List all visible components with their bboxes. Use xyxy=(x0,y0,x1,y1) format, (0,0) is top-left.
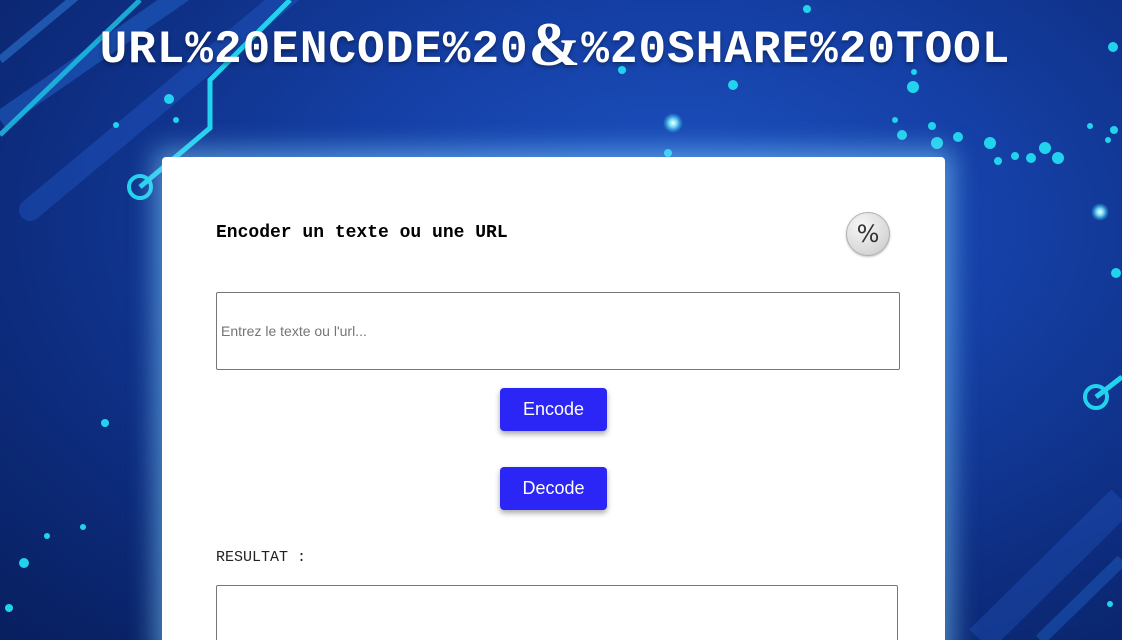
encoder-panel: Encoder un texte ou une URL % Encode Dec… xyxy=(162,157,945,640)
text-url-input[interactable] xyxy=(216,292,900,370)
page-title-ampersand: & xyxy=(528,11,582,79)
encode-button[interactable]: Encode xyxy=(500,388,607,431)
page-title-part-2: %20SHARE%20TOOL xyxy=(581,24,1011,76)
result-label: RESULTAT : xyxy=(216,549,307,566)
page-title: URL%20ENCODE%20&%20SHARE%20TOOL xyxy=(0,10,1110,81)
decode-button[interactable]: Decode xyxy=(500,467,607,510)
result-output[interactable] xyxy=(216,585,898,640)
percent-icon-button[interactable]: % xyxy=(846,212,890,256)
page-title-part-1: URL%20ENCODE%20 xyxy=(99,24,529,76)
panel-heading: Encoder un texte ou une URL xyxy=(216,223,508,243)
